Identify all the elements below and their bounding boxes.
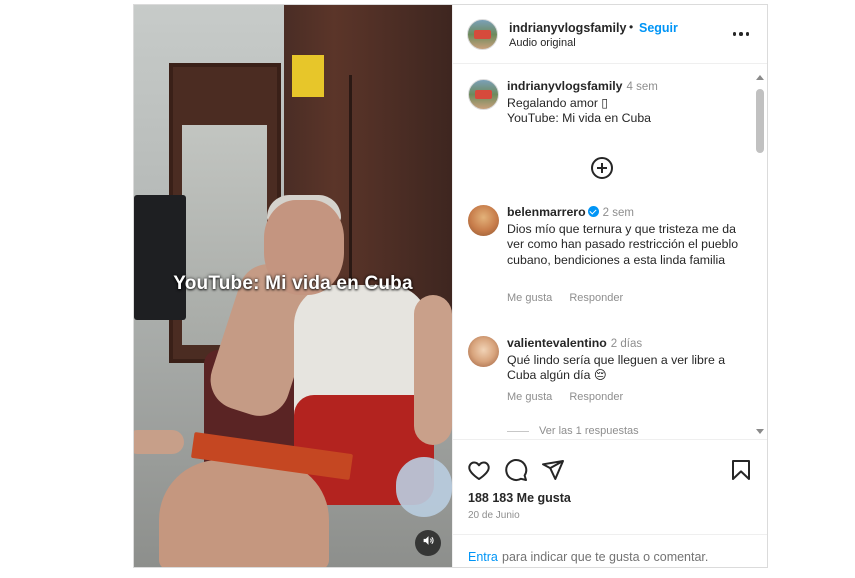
view-replies-button[interactable]: Ver las 1 respuestas [507,425,639,437]
comment-username[interactable]: belenmarrero [507,205,586,219]
post-caption: indrianyvlogsfamily 4 sem Regalando amor … [453,75,753,155]
caption-text-block: indrianyvlogsfamily 4 sem Regalando amor … [507,79,739,127]
video-scene-hand [134,430,184,454]
comment-avatar[interactable] [468,336,499,367]
more-options-dot [739,32,743,36]
send-icon [541,460,565,486]
caption-line-2: YouTube: Mi vida en Cuba [507,111,652,125]
plus-circle-icon [590,157,614,184]
scroll-up-arrow-icon[interactable] [756,75,764,80]
comment-username[interactable]: valientevalentino [507,336,607,350]
reel-video[interactable]: YouTube: Mi vida en Cuba [134,5,452,567]
comment-reply-button[interactable]: Responder [569,292,623,304]
video-scene-tv [134,195,186,320]
mute-toggle-button[interactable] [415,530,441,556]
follow-button[interactable]: Seguir [639,21,678,35]
share-button[interactable] [541,458,565,482]
comment-text-block: belenmarrero 2 sem Dios mío que ternura y… [507,205,739,268]
view-replies-label: Ver las 1 respuestas [539,425,639,437]
comment-like-button[interactable]: Me gusta [507,391,552,403]
post-header: indrianyvlogsfamily • Seguir Audio origi… [453,5,767,64]
post-date[interactable]: 20 de Junio [468,510,520,521]
save-button[interactable] [729,458,753,482]
like-button[interactable] [467,458,491,482]
load-more-comments-button[interactable] [590,156,614,180]
post-dialog: YouTube: Mi vida en Cuba indrianyvlogsfa… [133,4,768,568]
post-actions: 188 183 Me gusta 20 de Junio Entra para … [453,439,767,567]
video-scene-arm-right [414,295,452,445]
video-scene-bottle [396,457,452,517]
comment-like-button[interactable]: Me gusta [507,292,552,304]
video-caption-overlay: YouTube: Mi vida en Cuba [173,273,413,294]
author-username[interactable]: indrianyvlogsfamily [509,21,626,35]
comment-text: Qué lindo sería que lleguen a ver libre … [507,352,726,383]
bookmark-icon [729,460,753,486]
comment-reply-button[interactable]: Responder [569,391,623,403]
caption-username[interactable]: indrianyvlogsfamily [507,79,623,93]
comment-actions: Me gusta Responder [507,391,637,403]
comment-icon [504,459,528,486]
speaker-icon [422,534,435,552]
comments-section: indrianyvlogsfamily 4 sem Regalando amor … [453,65,767,439]
more-options-icon [732,32,737,36]
more-options-button[interactable] [731,25,751,43]
video-scene-box [292,55,324,97]
video-scene-knee [159,460,329,567]
comments-scrollbar[interactable] [753,73,767,439]
post-sidebar: indrianyvlogsfamily • Seguir Audio origi… [452,5,767,567]
caption-time[interactable]: 4 sem [627,81,658,93]
comment-text-block: valientevalentino 2 días Qué lindo sería … [507,336,739,384]
caption-line-1: Regalando amor ▯ [507,95,609,110]
caption-author-avatar[interactable] [468,79,499,110]
comment-button[interactable] [504,458,528,482]
scroll-down-arrow-icon[interactable] [756,429,764,434]
add-comment-bar: Entra para indicar que te gusta o coment… [453,534,767,567]
scrollbar-thumb[interactable] [756,89,764,153]
comment-item: valientevalentino 2 días Qué lindo sería … [453,332,753,432]
comment-time[interactable]: 2 días [611,338,642,350]
login-link[interactable]: Entra [468,550,498,564]
audio-label[interactable]: Audio original [509,37,576,49]
login-prompt-text: para indicar que te gusta o comentar. [502,550,709,564]
likes-count[interactable]: 188 183 Me gusta [468,491,571,505]
author-avatar[interactable] [467,19,498,50]
comment-time[interactable]: 2 sem [603,207,634,219]
replies-divider [507,430,529,432]
header-separator: • [629,20,634,34]
comment-avatar[interactable] [468,205,499,236]
heart-icon [467,461,491,486]
comment-actions: Me gusta Responder [507,292,637,304]
comment-item: belenmarrero 2 sem Dios mío que ternura y… [453,201,753,311]
more-options-dot [745,32,750,36]
comment-text: Dios mío que ternura y que tristeza me d… [507,221,739,267]
verified-badge-icon [587,206,599,217]
